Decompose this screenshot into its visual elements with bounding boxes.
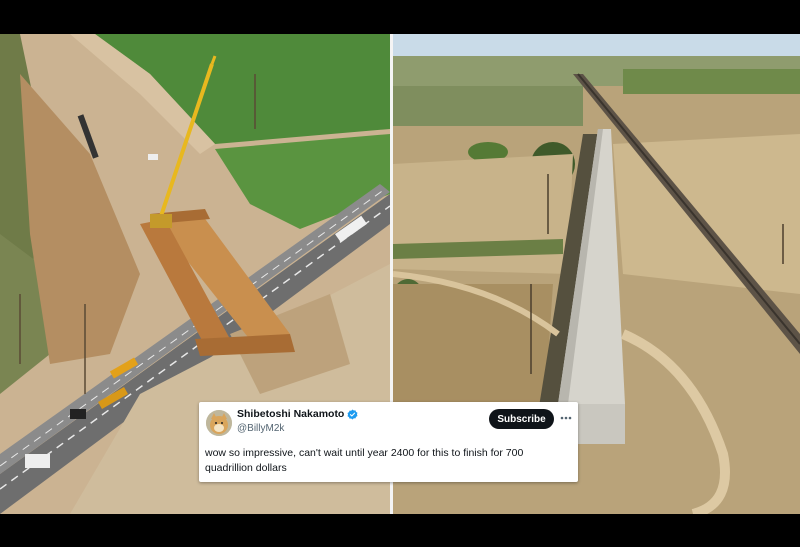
avatar[interactable] (206, 410, 232, 436)
subscribe-button[interactable]: Subscribe (489, 409, 554, 429)
verified-badge-icon (347, 408, 358, 420)
shiba-avatar-icon (206, 410, 232, 436)
author-handle[interactable]: @BillyM2k (237, 423, 284, 434)
author-name-line: Shibetoshi Nakamoto (237, 408, 358, 420)
author-name[interactable]: Shibetoshi Nakamoto (237, 408, 344, 420)
more-horizontal-icon[interactable] (559, 411, 573, 425)
tweet-text: wow so impressive, can't wait until year… (205, 447, 524, 474)
tweet-card: Shibetoshi Nakamoto @BillyM2k Subscribe … (199, 402, 578, 482)
